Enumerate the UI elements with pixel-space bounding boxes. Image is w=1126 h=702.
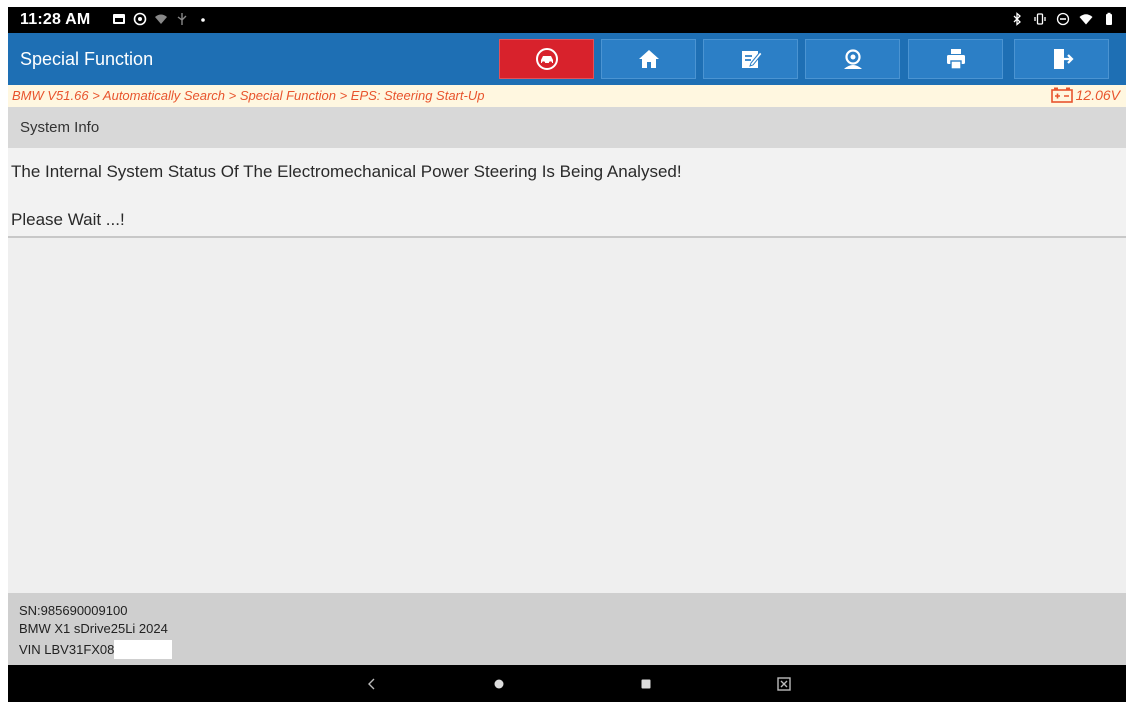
edit-report-button[interactable] [703,39,798,79]
battery-icon [1106,12,1112,25]
app-header: Special Function [8,33,1126,85]
status-message: The Internal System Status Of The Electr… [11,162,682,181]
settings-notification-icon [133,12,147,26]
recents-icon [641,679,651,689]
vehicle-model: BMW X1 sDrive25Li 2024 [19,621,168,636]
system-info-content: The Internal System Status Of The Electr… [8,148,1126,238]
voltage-value: 12.06V [1075,87,1120,103]
breadcrumb-bar: BMW V51.66 > Automatically Search > Spec… [8,85,1126,107]
vehicle-info-footer: SN:985690009100 BMW X1 sDrive25Li 2024 V… [8,593,1126,665]
vibrate-icon [1034,13,1046,25]
vin-number: VIN LBV31FX08 [19,642,115,657]
screenshot-icon [777,677,791,691]
screenshot-button[interactable] [774,674,794,694]
redaction-box [114,640,173,659]
car-battery-icon [1050,87,1073,103]
android-nav-bar [8,665,1126,702]
status-time: 11:28 AM [20,11,91,28]
home-nav-button[interactable] [489,674,509,694]
wifi-icon [1079,14,1093,25]
vin-row: VIN LBV31FX08 [19,640,173,659]
breadcrumb: BMW V51.66 > Automatically Search > Spec… [12,88,485,103]
home-icon [638,50,659,68]
bluetooth-icon [1013,12,1021,26]
home-circle-icon [494,679,504,689]
edit-report-icon [741,51,763,68]
image-notification-icon [113,14,125,24]
home-button[interactable] [601,39,696,79]
print-icon [946,49,965,70]
back-button[interactable] [362,674,382,694]
status-left-icons [112,12,210,26]
wait-message: Please Wait ...! [11,210,125,229]
page-title: Special Function [20,49,154,69]
exit-icon [1053,49,1074,69]
usb-icon [177,13,187,25]
battery-voltage: 12.06V [1050,87,1120,103]
status-bar: 11:28 AM [8,7,1126,33]
system-info-header: System Info [8,107,1126,148]
back-icon [368,678,375,690]
section-title: System Info [20,119,100,136]
recents-button[interactable] [636,674,656,694]
car-diagnostics-icon [535,48,558,70]
do-not-disturb-icon [1056,12,1070,26]
dot-icon [201,18,205,22]
print-button[interactable] [908,39,1003,79]
status-right-icons [1010,12,1116,26]
remote-support-button[interactable] [805,39,900,79]
wifi-notification-icon [155,14,167,24]
serial-number: SN:985690009100 [19,603,128,618]
support-icon [843,49,862,69]
app-window: 11:28 AM Special Function BMW V51.66 > A… [8,7,1126,702]
vehicle-diagnostics-button[interactable] [499,39,594,79]
exit-button[interactable] [1014,39,1109,79]
